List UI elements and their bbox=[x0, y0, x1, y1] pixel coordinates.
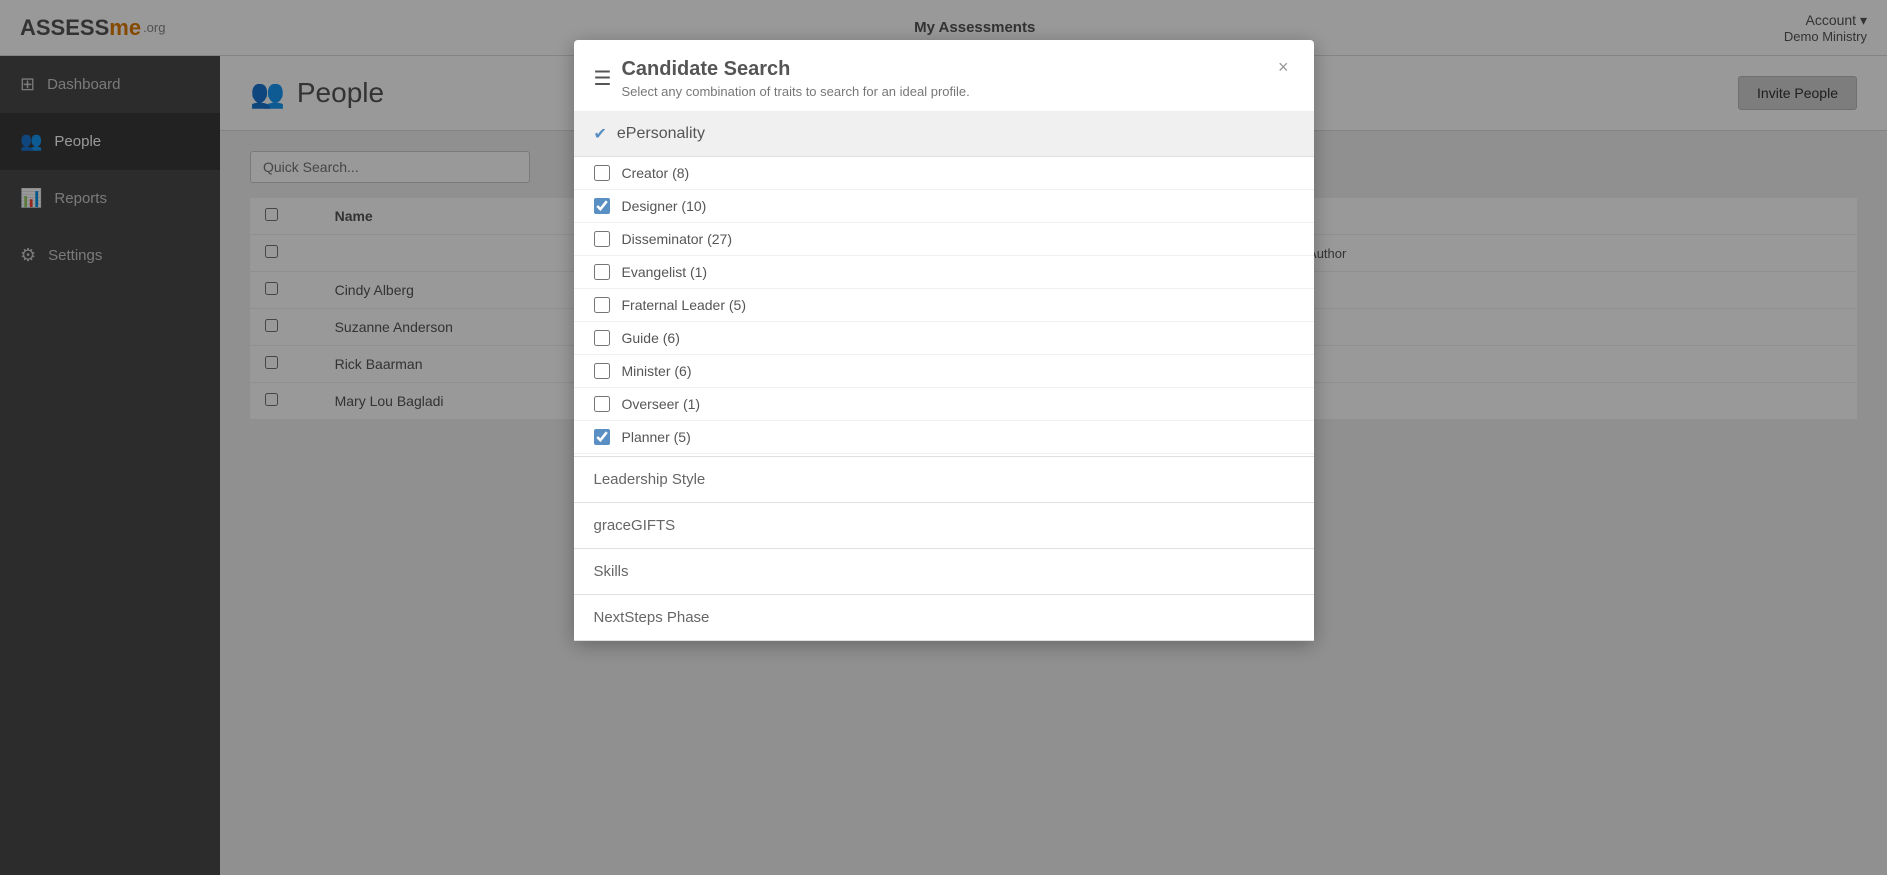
epersonality-section-title: ePersonality bbox=[617, 125, 705, 143]
modal-overlay[interactable]: ☰ Candidate Search Select any combinatio… bbox=[0, 0, 1887, 875]
skills-title: Skills bbox=[594, 563, 629, 580]
checkbox-creator[interactable] bbox=[594, 165, 610, 181]
grace-gifts-section[interactable]: graceGIFTS bbox=[574, 503, 1314, 549]
checkbox-item-disseminator[interactable]: Disseminator (27) bbox=[574, 223, 1314, 256]
modal-title-area: ☰ Candidate Search Select any combinatio… bbox=[594, 58, 970, 99]
checkbox-item-fraternal-leader[interactable]: Fraternal Leader (5) bbox=[574, 289, 1314, 322]
checkbox-planner[interactable] bbox=[594, 429, 610, 445]
checkbox-guide[interactable] bbox=[594, 330, 610, 346]
checkbox-label-guide: Guide (6) bbox=[622, 330, 680, 346]
checkbox-designer[interactable] bbox=[594, 198, 610, 214]
checkbox-minister[interactable] bbox=[594, 363, 610, 379]
checkbox-label-overseer: Overseer (1) bbox=[622, 396, 701, 412]
modal-icon: ☰ bbox=[594, 66, 612, 91]
checkbox-label-disseminator: Disseminator (27) bbox=[622, 231, 732, 247]
checkbox-label-creator: Creator (8) bbox=[622, 165, 690, 181]
checkbox-fraternal-leader[interactable] bbox=[594, 297, 610, 313]
nextsteps-title: NextSteps Phase bbox=[594, 609, 710, 626]
modal-header: ☰ Candidate Search Select any combinatio… bbox=[574, 40, 1314, 112]
skills-section[interactable]: Skills bbox=[574, 549, 1314, 595]
epersonality-section-header[interactable]: ✔ ePersonality bbox=[574, 112, 1314, 157]
modal-title: Candidate Search bbox=[621, 58, 969, 81]
modal-subtitle: Select any combination of traits to sear… bbox=[621, 84, 969, 99]
leadership-style-title: Leadership Style bbox=[594, 471, 706, 488]
epersonality-check-icon: ✔ bbox=[594, 124, 607, 144]
epersonality-checkbox-list: Creator (8) Designer (10) Disseminator (… bbox=[574, 157, 1314, 457]
checkbox-label-fraternal-leader: Fraternal Leader (5) bbox=[622, 297, 747, 313]
checkbox-item-designer[interactable]: Designer (10) bbox=[574, 190, 1314, 223]
checkbox-overseer[interactable] bbox=[594, 396, 610, 412]
nextsteps-section[interactable]: NextSteps Phase bbox=[574, 595, 1314, 641]
leadership-style-section[interactable]: Leadership Style bbox=[574, 457, 1314, 503]
checkbox-label-designer: Designer (10) bbox=[622, 198, 707, 214]
checkbox-item-overseer[interactable]: Overseer (1) bbox=[574, 388, 1314, 421]
checkbox-item-planner[interactable]: Planner (5) bbox=[574, 421, 1314, 454]
modal-close-button[interactable]: × bbox=[1273, 58, 1294, 76]
checkbox-label-minister: Minister (6) bbox=[622, 363, 692, 379]
checkbox-item-creator[interactable]: Creator (8) bbox=[574, 157, 1314, 190]
grace-gifts-title: graceGIFTS bbox=[594, 517, 676, 534]
checkbox-item-minister[interactable]: Minister (6) bbox=[574, 355, 1314, 388]
checkbox-label-evangelist: Evangelist (1) bbox=[622, 264, 708, 280]
checkbox-evangelist[interactable] bbox=[594, 264, 610, 280]
checkbox-item-evangelist[interactable]: Evangelist (1) bbox=[574, 256, 1314, 289]
candidate-search-modal: ☰ Candidate Search Select any combinatio… bbox=[574, 40, 1314, 641]
checkbox-disseminator[interactable] bbox=[594, 231, 610, 247]
checkbox-item-guide[interactable]: Guide (6) bbox=[574, 322, 1314, 355]
modal-body: ✔ ePersonality Creator (8) Designer (10)… bbox=[574, 112, 1314, 641]
checkbox-label-planner: Planner (5) bbox=[622, 429, 691, 445]
